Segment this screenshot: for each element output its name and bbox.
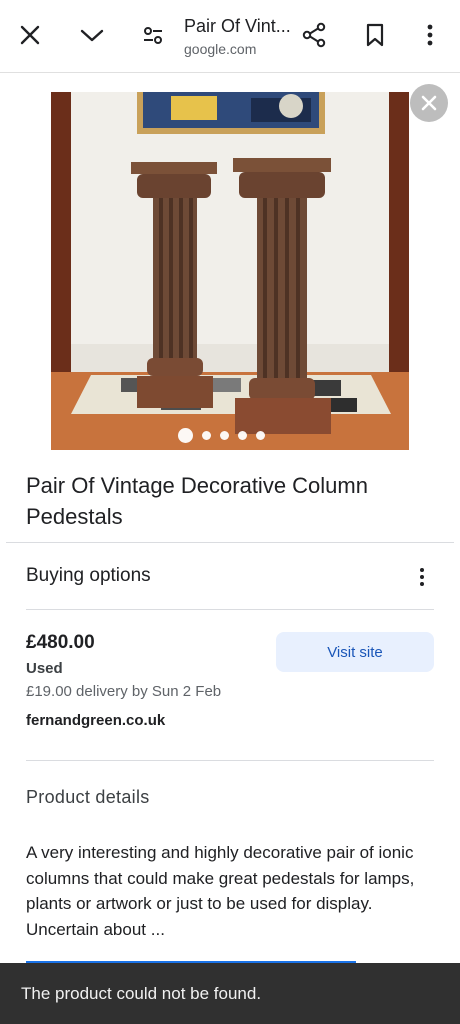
product-price: £480.00 xyxy=(26,632,95,653)
snackbar-message: The product could not be found. xyxy=(0,963,460,1024)
carousel-dot[interactable] xyxy=(238,431,247,440)
close-image-button[interactable] xyxy=(410,84,448,122)
carousel-dot[interactable] xyxy=(178,428,193,443)
carousel-dot[interactable] xyxy=(256,431,265,440)
page-info-icon[interactable] xyxy=(135,14,171,56)
chevron-down-icon[interactable] xyxy=(74,14,110,56)
visit-site-button[interactable]: Visit site xyxy=(276,632,434,672)
product-title: Pair Of Vintage Decorative Column Pedest… xyxy=(26,473,368,529)
divider xyxy=(26,760,434,761)
page-url: google.com xyxy=(184,41,257,57)
bookmark-icon[interactable] xyxy=(357,14,393,56)
seller-name: fernandgreen.co.uk xyxy=(26,712,166,729)
close-icon[interactable] xyxy=(12,14,48,56)
page-title: Pair Of Vint... xyxy=(184,16,291,36)
more-vert-icon[interactable] xyxy=(412,14,448,56)
more-vert-icon[interactable] xyxy=(410,564,434,590)
product-details-heading: Product details xyxy=(26,787,150,807)
divider xyxy=(6,542,454,543)
image-carousel-indicator[interactable] xyxy=(178,428,265,443)
carousel-dot[interactable] xyxy=(220,431,229,440)
product-condition: Used xyxy=(26,660,63,677)
buying-options-heading: Buying options xyxy=(26,565,151,586)
close-icon xyxy=(421,95,437,111)
share-icon[interactable] xyxy=(296,14,332,56)
product-description: A very interesting and highly decorative… xyxy=(26,843,415,939)
top-app-bar: Pair Of Vint... google.com xyxy=(0,0,460,73)
product-image[interactable] xyxy=(51,92,409,450)
divider xyxy=(26,609,434,610)
delivery-info: £19.00 delivery by Sun 2 Feb xyxy=(26,683,222,700)
carousel-dot[interactable] xyxy=(202,431,211,440)
